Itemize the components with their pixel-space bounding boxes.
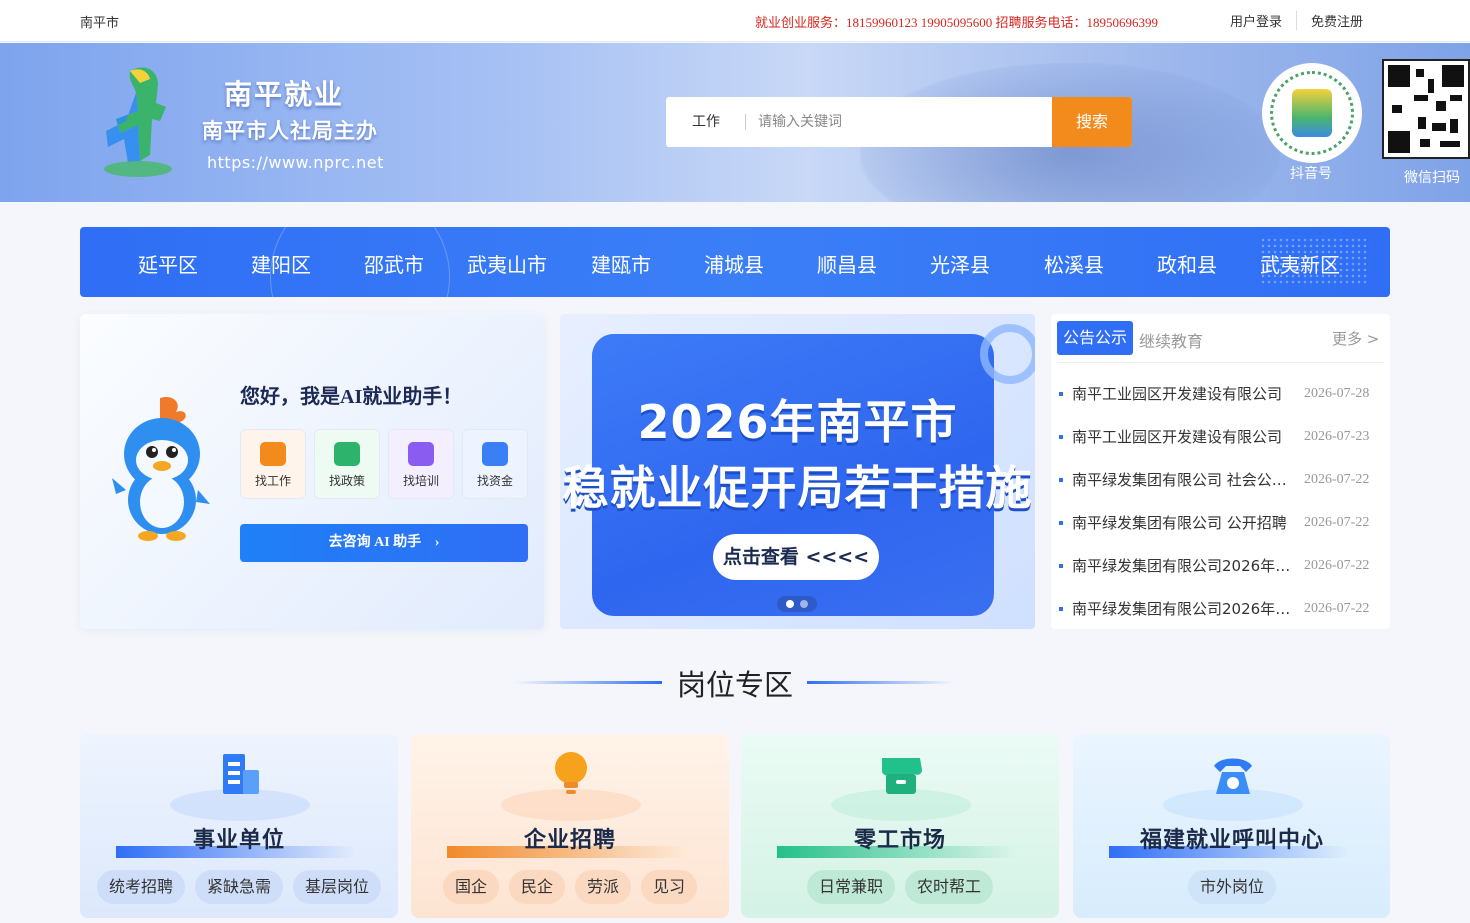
tab-announcements[interactable]: 公告公示 bbox=[1057, 321, 1133, 355]
douyin-logo-icon bbox=[1292, 89, 1332, 137]
district-item[interactable]: 邵武市 bbox=[364, 249, 424, 278]
district-item[interactable]: 政和县 bbox=[1157, 249, 1217, 278]
tile-find-job[interactable]: 找工作 bbox=[240, 429, 306, 499]
tab-continuing-education[interactable]: 继续教育 bbox=[1139, 328, 1203, 352]
douyin-qr-code bbox=[1262, 63, 1362, 163]
district-item[interactable]: 武夷山市 bbox=[467, 249, 547, 278]
document-icon bbox=[334, 442, 360, 466]
wechat-label: 微信扫码 bbox=[1404, 170, 1460, 186]
logo-icon[interactable] bbox=[100, 63, 176, 181]
district-item[interactable]: 建阳区 bbox=[251, 249, 311, 278]
zone-chip[interactable]: 紧缺急需 bbox=[194, 870, 283, 904]
zone-chip[interactable]: 农时帮工 bbox=[905, 870, 994, 904]
zone-chip[interactable]: 日常兼职 bbox=[806, 870, 895, 904]
search-input[interactable] bbox=[746, 97, 1052, 147]
building-icon bbox=[223, 754, 259, 794]
zone-chip[interactable]: 民企 bbox=[508, 870, 565, 904]
zone-title: 福建就业呼叫中心 bbox=[1139, 828, 1324, 853]
banner-carousel[interactable]: 2026年南平市 稳就业促开局若干措施 点击查看 <<<< bbox=[560, 314, 1035, 629]
zone-card-call-center[interactable]: 福建就业呼叫中心 市外岗位 bbox=[1073, 734, 1390, 918]
lightbulb-icon bbox=[555, 752, 587, 794]
notice-list: 南平工业园区开发建设有限公司 2026-07-28 南平工业园区开发建设有限公司 2… bbox=[1059, 372, 1384, 630]
tile-find-training[interactable]: 找培训 bbox=[388, 429, 454, 499]
zone-card-enterprise-recruitment[interactable]: 企业招聘 国企 民企 劳派 见习 bbox=[411, 734, 729, 918]
zone-chip[interactable]: 市外岗位 bbox=[1187, 870, 1276, 904]
notice-item[interactable]: 南平工业园区开发建设有限公司 2026-07-28 bbox=[1059, 372, 1384, 415]
notice-item[interactable]: 南平绿发集团有限公司2026年招聘 2026-07-22 bbox=[1059, 544, 1384, 587]
district-item[interactable]: 浦城县 bbox=[704, 249, 764, 278]
district-item[interactable]: 光泽县 bbox=[930, 249, 990, 278]
notice-item[interactable]: 南平绿发集团有限公司2026年招聘 2026-07-22 bbox=[1059, 587, 1384, 630]
notice-item[interactable]: 南平绿发集团有限公司 公开招聘 2026-07-22 bbox=[1059, 501, 1384, 544]
login-link[interactable]: 用户登录 bbox=[1216, 11, 1296, 30]
top-bar: 南平市 就业创业服务：18159960123 19905095600 招聘服务电… bbox=[0, 0, 1470, 42]
zone-chip[interactable]: 见习 bbox=[641, 870, 698, 904]
city-selector[interactable]: 南平市 bbox=[80, 12, 119, 31]
telephone-icon bbox=[1214, 758, 1252, 794]
wallet-icon bbox=[482, 442, 508, 466]
notice-item[interactable]: 南平工业园区开发建设有限公司 2026-07-23 bbox=[1059, 415, 1384, 458]
district-item[interactable]: 建瓯市 bbox=[591, 249, 651, 278]
search-category[interactable]: 工作 bbox=[666, 97, 746, 147]
zone-title: 事业单位 bbox=[192, 828, 285, 853]
zone-chip[interactable]: 劳派 bbox=[575, 870, 632, 904]
notice-item[interactable]: 南平绿发集团有限公司 社会公开招聘 2026-07-22 bbox=[1059, 458, 1384, 501]
penguin-mascot-icon bbox=[112, 396, 210, 541]
carousel-dot[interactable] bbox=[800, 600, 808, 608]
district-item[interactable]: 松溪县 bbox=[1044, 249, 1104, 278]
zone-chip[interactable]: 国企 bbox=[442, 870, 499, 904]
storefront-icon bbox=[882, 758, 922, 794]
carousel-indicator bbox=[777, 596, 817, 612]
hotline-text: 就业创业服务：18159960123 19905095600 招聘服务电话：18… bbox=[755, 15, 1159, 30]
zone-title: 零工市场 bbox=[853, 828, 946, 853]
zone-chip[interactable]: 统考招聘 bbox=[96, 870, 185, 904]
ai-quick-tiles: 找工作 找政策 找培训 找资金 bbox=[240, 429, 528, 499]
banner-headline-1: 2026年南平市 bbox=[637, 395, 958, 449]
zone-card-public-institutions[interactable]: 事业单位 统考招聘 紧缺急需 基层岗位 bbox=[80, 734, 398, 918]
tile-find-funding[interactable]: 找资金 bbox=[462, 429, 528, 499]
site-title: 南平就业 bbox=[224, 78, 345, 111]
banner-headline-2: 稳就业促开局若干措施 bbox=[562, 461, 1033, 515]
district-nav: 延平区 建阳区 邵武市 武夷山市 建瓯市 浦城县 顺昌县 光泽县 松溪县 政和县… bbox=[80, 227, 1390, 297]
zone-card-gig-market[interactable]: 零工市场 日常兼职 农时帮工 bbox=[741, 734, 1059, 918]
tile-find-policy[interactable]: 找政策 bbox=[314, 429, 380, 499]
account-links: 用户登录 免费注册 bbox=[1216, 11, 1377, 30]
douyin-label: 抖音号 bbox=[1290, 166, 1332, 182]
district-item[interactable]: 延平区 bbox=[138, 249, 198, 278]
site-subtitle: 南平市人社局主办 bbox=[202, 119, 378, 143]
banner-view-button[interactable]: 点击查看 <<<< bbox=[713, 534, 879, 580]
notice-panel: 公告公示 继续教育 更多 > 南平工业园区开发建设有限公司 2026-07-28 … bbox=[1051, 314, 1390, 629]
wechat-qr-code bbox=[1382, 59, 1470, 159]
briefcase-icon bbox=[260, 442, 286, 466]
magnifier-icon bbox=[980, 324, 1035, 384]
zone-title: 企业招聘 bbox=[523, 828, 616, 853]
ai-greeting: 您好，我是AI就业助手！ bbox=[240, 386, 463, 408]
carousel-dot[interactable] bbox=[786, 600, 794, 608]
chevron-right-icon: › bbox=[434, 535, 440, 550]
graduation-cap-icon bbox=[408, 442, 434, 466]
section-divider-right bbox=[807, 681, 954, 684]
district-item[interactable]: 武夷新区 bbox=[1260, 249, 1340, 278]
search-bar: 工作 搜索 bbox=[666, 97, 1132, 147]
ai-consult-button[interactable]: 去咨询 AI 助手 › bbox=[240, 524, 528, 562]
site-url: https://www.nprc.net bbox=[207, 153, 384, 172]
more-link[interactable]: 更多 > bbox=[1332, 328, 1379, 349]
zone-chip[interactable]: 基层岗位 bbox=[293, 870, 382, 904]
district-item[interactable]: 顺昌县 bbox=[817, 249, 877, 278]
ai-assistant-panel: 您好，我是AI就业助手！ 找工作 找政策 找培训 找资金 去咨询 AI 助手 › bbox=[80, 314, 544, 629]
register-link[interactable]: 免费注册 bbox=[1296, 11, 1377, 30]
header-banner: 南平就业 南平市人社局主办 https://www.nprc.net 工作 搜索… bbox=[0, 43, 1470, 202]
section-title: 岗位专区 bbox=[676, 668, 793, 702]
search-button[interactable]: 搜索 bbox=[1052, 97, 1132, 147]
